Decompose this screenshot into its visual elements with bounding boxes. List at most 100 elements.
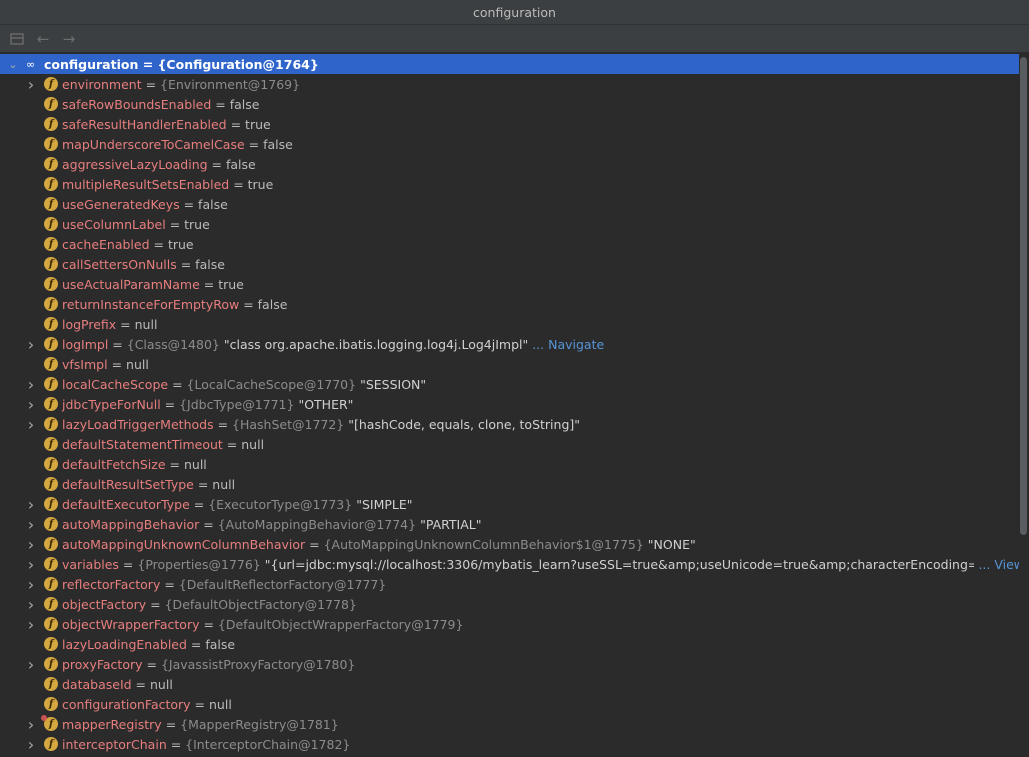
- field-icon: f: [44, 297, 58, 311]
- tree-row-useActualParamName[interactable]: f useActualParamName = true: [0, 274, 1029, 294]
- chevron-right-icon[interactable]: ›: [26, 574, 36, 594]
- chevron-right-icon[interactable]: ›: [26, 374, 36, 394]
- tree-row-defaultStatementTimeout[interactable]: f defaultStatementTimeout = null: [0, 434, 1029, 454]
- field-icon: f: [44, 477, 58, 491]
- tree-row-objectWrapperFactory[interactable]: › f objectWrapperFactory = {DefaultObjectW…: [0, 614, 1029, 634]
- field-icon: f: [44, 117, 58, 131]
- chevron-down-icon[interactable]: ⌄: [8, 54, 18, 74]
- field-icon: f: [44, 317, 58, 331]
- tree-row-objectFactory[interactable]: › f objectFactory = {DefaultObjectFactory@…: [0, 594, 1029, 614]
- field-icon: f: [44, 437, 58, 451]
- chevron-right-icon[interactable]: ›: [26, 414, 36, 434]
- field-name: vfsImpl: [62, 356, 108, 372]
- tree-row-jdbcTypeForNull[interactable]: › f jdbcTypeForNull = {JdbcType@1771} "OTH…: [0, 394, 1029, 414]
- field-name: variables: [62, 556, 119, 572]
- tree-row-cacheEnabled[interactable]: f cacheEnabled = true: [0, 234, 1029, 254]
- tree-row-content: multipleResultSetsEnabled = true: [62, 174, 273, 194]
- layout-icon[interactable]: [8, 30, 26, 48]
- equals-sign: =: [186, 636, 206, 652]
- tree-row-defaultResultSetType[interactable]: f defaultResultSetType = null: [0, 474, 1029, 494]
- tree-row-vfsImpl[interactable]: f vfsImpl = null: [0, 354, 1029, 374]
- tree-row-interceptorChain[interactable]: › f interceptorChain = {InterceptorChain@1…: [0, 734, 1029, 754]
- value-link[interactable]: ... View: [974, 557, 1024, 572]
- chevron-right-icon[interactable]: ›: [26, 714, 36, 734]
- tree-row-logImpl[interactable]: › f logImpl = {Class@1480} "class org.apac…: [0, 334, 1029, 354]
- tree-row-content: defaultResultSetType = null: [62, 474, 235, 494]
- chevron-right-icon[interactable]: ›: [26, 554, 36, 574]
- tree-row-mapperRegistry[interactable]: › f mapperRegistry = {MapperRegistry@1781}: [0, 714, 1029, 734]
- equals-sign: =: [199, 276, 219, 292]
- chevron-right-icon[interactable]: ›: [26, 494, 36, 514]
- field-icon: f: [44, 217, 58, 231]
- equals-sign: =: [226, 116, 246, 132]
- object-ref: {MapperRegistry@1781}: [180, 716, 339, 732]
- field-icon: f: [44, 457, 58, 471]
- tree-row-logPrefix[interactable]: f logPrefix = null: [0, 314, 1029, 334]
- tree-row-configurationFactory[interactable]: f configurationFactory = null: [0, 694, 1029, 714]
- tree-row-variables[interactable]: › f variables = {Properties@1776} "{url=jd…: [0, 554, 1029, 574]
- tree-row-defaultFetchSize[interactable]: f defaultFetchSize = null: [0, 454, 1029, 474]
- scrollbar-thumb[interactable]: [1020, 57, 1027, 535]
- equals-sign: =: [166, 736, 186, 752]
- tree-row-content: environment = {Environment@1769}: [62, 74, 300, 94]
- tree-row-content: mapperRegistry = {MapperRegistry@1781}: [62, 714, 339, 734]
- field-value: "SESSION": [360, 376, 427, 392]
- tree-row-autoMappingBehavior[interactable]: › f autoMappingBehavior = {AutoMappingBeha…: [0, 514, 1029, 534]
- field-icon: f: [44, 177, 58, 191]
- tree-row-defaultExecutorType[interactable]: › f defaultExecutorType = {ExecutorType@17…: [0, 494, 1029, 514]
- chevron-right-icon[interactable]: ›: [26, 394, 36, 414]
- tree-row-content: lazyLoadTriggerMethods = {HashSet@1772} …: [62, 414, 580, 434]
- chevron-right-icon[interactable]: ›: [26, 734, 36, 754]
- tree-row-lazyLoadTriggerMethods[interactable]: › f lazyLoadTriggerMethods = {HashSet@1772…: [0, 414, 1029, 434]
- field-value: "NONE": [647, 536, 696, 552]
- back-arrow-icon[interactable]: ←: [34, 30, 52, 48]
- value-link[interactable]: ... Navigate: [528, 337, 604, 352]
- field-name: mapperRegistry: [62, 716, 162, 732]
- chevron-right-icon[interactable]: ›: [26, 74, 36, 94]
- field-name: logImpl: [62, 336, 109, 352]
- field-icon: f: [44, 677, 58, 691]
- field-name: mapUnderscoreToCamelCase: [62, 136, 245, 152]
- chevron-right-icon[interactable]: ›: [26, 334, 36, 354]
- forward-arrow-icon[interactable]: →: [60, 30, 78, 48]
- equals-sign: =: [207, 156, 226, 172]
- tree-row-content: useColumnLabel = true: [62, 214, 210, 234]
- tree-row-reflectorFactory[interactable]: › f reflectorFactory = {DefaultReflectorFa…: [0, 574, 1029, 594]
- tree-row-lazyLoadingEnabled[interactable]: f lazyLoadingEnabled = false: [0, 634, 1029, 654]
- tree-row-useColumnLabel[interactable]: f useColumnLabel = true: [0, 214, 1029, 234]
- variables-tree: ⌄ ∞ configuration = {Configuration@1764}…: [0, 54, 1029, 757]
- chevron-right-icon[interactable]: ›: [26, 594, 36, 614]
- tree-row-autoMappingUnknownColumnBehavior[interactable]: › f autoMappingUnknownColumnBehavior = {Au…: [0, 534, 1029, 554]
- tree-row-proxyFactory[interactable]: › f proxyFactory = {JavassistProxyFactory@…: [0, 654, 1029, 674]
- chevron-right-icon[interactable]: ›: [26, 654, 36, 674]
- field-icon: f: [44, 577, 58, 591]
- field-value: null: [134, 316, 158, 332]
- tree-row-multipleResultSetsEnabled[interactable]: f multipleResultSetsEnabled = true: [0, 174, 1029, 194]
- tree-row-mapUnderscoreToCamelCase[interactable]: f mapUnderscoreToCamelCase = false: [0, 134, 1029, 154]
- tree-row-localCacheScope[interactable]: › f localCacheScope = {LocalCacheScope@177…: [0, 374, 1029, 394]
- field-value: null: [150, 676, 173, 692]
- object-ref: {ExecutorType@1773}: [208, 496, 353, 512]
- field-name: defaultResultSetType: [62, 476, 194, 492]
- tree-row-content: reflectorFactory = {DefaultReflectorFact…: [62, 574, 386, 594]
- tree-row-safeRowBoundsEnabled[interactable]: f safeRowBoundsEnabled = false: [0, 94, 1029, 114]
- root-label: configuration = {Configuration@1764}: [44, 56, 319, 72]
- tree-row-aggressiveLazyLoading[interactable]: f aggressiveLazyLoading = false: [0, 154, 1029, 174]
- chevron-right-icon[interactable]: ›: [26, 514, 36, 534]
- object-ref: {Class@1480}: [126, 336, 220, 352]
- chevron-right-icon[interactable]: ›: [26, 614, 36, 634]
- equals-sign: =: [199, 616, 218, 632]
- tree-row-content: defaultFetchSize = null: [62, 454, 207, 474]
- tree-row-returnInstanceForEmptyRow[interactable]: f returnInstanceForEmptyRow = false: [0, 294, 1029, 314]
- field-icon: f: [44, 637, 58, 651]
- tree-row-databaseId[interactable]: f databaseId = null: [0, 674, 1029, 694]
- tree-root-row[interactable]: ⌄ ∞ configuration = {Configuration@1764}: [0, 54, 1029, 74]
- tree-row-environment[interactable]: › f environment = {Environment@1769}: [0, 74, 1029, 94]
- tree-row-safeResultHandlerEnabled[interactable]: f safeResultHandlerEnabled = true: [0, 114, 1029, 134]
- equals-sign: =: [161, 716, 181, 732]
- field-value: true: [247, 176, 274, 192]
- tree-row-useGeneratedKeys[interactable]: f useGeneratedKeys = false: [0, 194, 1029, 214]
- tree-row-callSettersOnNulls[interactable]: f callSettersOnNulls = false: [0, 254, 1029, 274]
- chevron-right-icon[interactable]: ›: [26, 534, 36, 554]
- field-icon: f: [44, 597, 58, 611]
